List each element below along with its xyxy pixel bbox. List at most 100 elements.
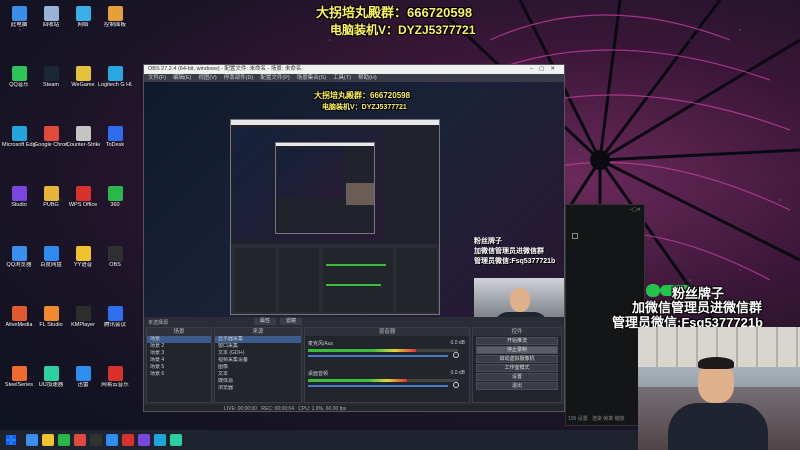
desktop-icon[interactable]: 回收站 [34, 4, 68, 44]
taskbar-app-icon[interactable] [42, 434, 54, 446]
dark-window-button[interactable] [572, 233, 578, 239]
desktop-icon[interactable]: 百度网盘 [34, 244, 68, 284]
desktop-icon[interactable]: OBS [98, 244, 132, 284]
desktop-icon-label: FL Studio [39, 322, 63, 328]
desktop-icon[interactable]: 迅雷 [66, 364, 100, 404]
desktop-icon[interactable]: KMPlayer [66, 304, 100, 344]
desktop-icon[interactable]: Studio [2, 184, 36, 224]
taskbar-app-icon[interactable] [90, 434, 102, 446]
scene-item[interactable]: 场景 6 [147, 371, 211, 378]
filters-button[interactable]: 滤镜 [280, 318, 302, 325]
source-item[interactable]: 显示器采集 [215, 336, 301, 343]
desktop-icon[interactable]: Logitech G HUB [98, 64, 132, 104]
app-icon [11, 126, 27, 141]
source-item[interactable]: 视频采集设备 [215, 357, 301, 364]
taskbar-app-icon[interactable] [154, 434, 166, 446]
source-item[interactable]: 媒体源 [215, 378, 301, 385]
menu-item[interactable]: 视图(V) [198, 75, 216, 81]
controls-panel[interactable]: 控件 开始推流 停止录制 启动虚拟摄像机 工作室模式 设置 退出 [472, 327, 562, 403]
menu-item[interactable]: 编辑(E) [173, 75, 191, 81]
obs-menubar[interactable]: 文件(F) 编辑(E) 视图(V) 停靠部件(D) 配置文件(P) 场景集合(S) 工具(T… [144, 74, 564, 82]
desktop-icon[interactable]: SteelSeries [2, 364, 36, 404]
desktop-icon[interactable]: UU加速器 [34, 364, 68, 404]
scene-item[interactable]: 场景 5 [147, 364, 211, 371]
controls-header: 控件 [473, 328, 561, 336]
taskbar-app-icon[interactable] [106, 434, 118, 446]
desktop-icon[interactable]: Google Chrome [34, 124, 68, 164]
desktop-icon[interactable]: FL Studio [34, 304, 68, 344]
speaker-icon[interactable] [453, 382, 459, 388]
desktop-icon[interactable]: ToDesk [98, 124, 132, 164]
obs-titlebar[interactable]: OBS 27.2.4 (64-bit, windows) - 配置文件: 未命名… [144, 65, 564, 74]
streamer-body [668, 403, 768, 450]
control-button[interactable]: 启动虚拟摄像机 [476, 355, 558, 363]
dark-window-controls[interactable]: –▢✕ [566, 205, 644, 215]
app-icon [43, 66, 59, 81]
scene-item[interactable]: 场景 2 [147, 343, 211, 350]
scene-item[interactable]: 场景 4 [147, 357, 211, 364]
desktop-icon[interactable]: 网络 [66, 4, 100, 44]
control-button[interactable]: 开始推流 [476, 337, 558, 345]
control-button[interactable]: 设置 [476, 373, 558, 381]
app-icon [11, 306, 27, 321]
window-controls[interactable]: –▢✕ [530, 65, 561, 74]
desktop-icon[interactable]: 控制面板 [98, 4, 132, 44]
desktop-icon[interactable]: AliveMedia [2, 304, 36, 344]
desktop-icon[interactable]: QQ音乐 [2, 64, 36, 104]
desktop-icon[interactable]: Counter-Strike [66, 124, 100, 164]
menu-item[interactable]: 配置文件(P) [260, 75, 289, 81]
desktop-icon-label: UU加速器 [38, 382, 64, 388]
app-icon [11, 366, 27, 381]
desktop-icon[interactable]: 网易云音乐 [98, 364, 132, 404]
desktop-icon[interactable]: Steam [34, 64, 68, 104]
menu-item[interactable]: 文件(F) [148, 75, 166, 81]
control-button[interactable]: 停止录制 [476, 346, 558, 354]
scene-item[interactable]: 场景 [147, 336, 211, 343]
source-item[interactable]: 图像 [215, 364, 301, 371]
sources-panel[interactable]: 来源 显示器采集 窗口采集 文本 (GDI+) 视频采集设备 图像 文本 媒体源 浏览器 [214, 327, 302, 403]
taskbar-app-icon[interactable] [58, 434, 70, 446]
taskbar-app-icon[interactable] [170, 434, 182, 446]
desktop-icon[interactable]: Microsoft Edge [2, 124, 36, 164]
control-button[interactable]: 退出 [476, 382, 558, 390]
taskbar-app-icon[interactable] [122, 434, 134, 446]
nested-obs-preview-2 [275, 142, 375, 234]
taskbar[interactable] [0, 430, 638, 450]
desktop-icon[interactable]: QQ浏览器 [2, 244, 36, 284]
scene-item[interactable]: 场景 3 [147, 350, 211, 357]
control-button[interactable]: 工作室模式 [476, 364, 558, 372]
desktop-icon[interactable]: WPS Office [66, 184, 100, 224]
source-item[interactable]: 文本 [215, 371, 301, 378]
obs-window[interactable]: OBS 27.2.4 (64-bit, windows) - 配置文件: 未命名… [143, 64, 565, 412]
desktop-icon[interactable]: 腾讯会议 [98, 304, 132, 344]
menu-item[interactable]: 场景集合(S) [297, 75, 326, 81]
source-item[interactable]: 浏览器 [215, 385, 301, 392]
properties-button[interactable]: 属性 [254, 318, 276, 325]
taskbar-app-icon[interactable] [26, 434, 38, 446]
mixer-panel[interactable]: 混音器 麦克风/Aux 0.0 dB 桌面音频 0.0 dB [304, 327, 470, 403]
speaker-icon[interactable] [453, 352, 459, 358]
volume-slider[interactable] [308, 355, 448, 357]
scenes-panel[interactable]: 场景 场景 场景 2 场景 3 场景 4 场景 5 场景 6 [146, 327, 212, 403]
sources-header: 来源 [215, 328, 301, 336]
menu-item[interactable]: 工具(T) [333, 75, 351, 81]
menu-item[interactable]: 停靠部件(D) [224, 75, 254, 81]
volume-slider[interactable] [308, 385, 448, 387]
desktop-icon[interactable]: 360 [98, 184, 132, 224]
menu-item[interactable]: 帮助(H) [358, 75, 377, 81]
app-icon [43, 366, 59, 381]
desktop-icon[interactable]: YY语音 [66, 244, 100, 284]
desktop-icon[interactable]: PUBG [34, 184, 68, 224]
desktop-icon[interactable]: WeGame [66, 64, 100, 104]
source-item[interactable]: 窗口采集 [215, 343, 301, 350]
status-rec: REC: 00:00:04 [261, 406, 295, 412]
windows-start-icon[interactable] [6, 435, 16, 445]
taskbar-app-icon[interactable] [74, 434, 86, 446]
taskbar-app-icon[interactable] [138, 434, 150, 446]
desktop-icon[interactable]: 此电脑 [2, 4, 36, 44]
app-icon [75, 366, 91, 381]
source-item[interactable]: 文本 (GDI+) [215, 350, 301, 357]
obs-preview[interactable]: 大拐培丸殿群：666720598 电脑装机V：DYZJ5377721 粉丝牌子 … [144, 82, 564, 334]
app-icon [75, 186, 91, 201]
preview-fan-2: 加微信管理员进微信群 [474, 248, 544, 255]
